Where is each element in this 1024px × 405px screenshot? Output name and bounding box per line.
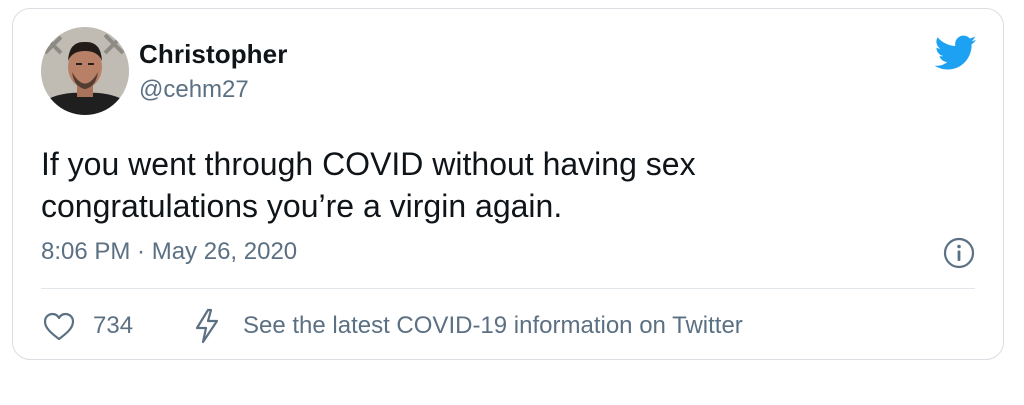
tweet-card: Christopher @cehm27 If you went through … (12, 8, 1004, 360)
author-handle[interactable]: @cehm27 (139, 76, 249, 104)
covid-info-link[interactable]: See the latest COVID-19 information on T… (243, 312, 743, 340)
avatar[interactable] (41, 27, 129, 115)
like-count[interactable]: 734 (93, 312, 133, 340)
tweet-text: If you went through COVID without having… (41, 146, 696, 224)
divider (41, 288, 975, 289)
tweet-timestamp[interactable]: 8:06 PM · May 26, 2020 (41, 238, 297, 266)
info-icon[interactable] (943, 237, 975, 269)
author-display-name[interactable]: Christopher (139, 39, 287, 70)
lightning-bolt-icon[interactable] (193, 308, 221, 344)
heart-icon[interactable] (43, 312, 75, 342)
avatar-image (41, 27, 129, 115)
twitter-bird-icon[interactable] (934, 35, 977, 71)
